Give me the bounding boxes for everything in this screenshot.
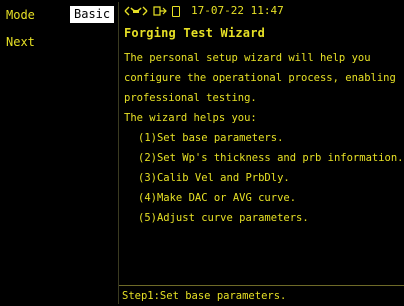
status-datetime: 17-07-22 11:47: [191, 4, 284, 17]
step-item: (1)Set base parameters.: [138, 132, 284, 144]
status-icons: [124, 3, 180, 19]
step-item: (4)Make DAC or AVG curve.: [138, 192, 297, 204]
intro-line: professional testing.: [124, 92, 257, 104]
device-screen: Mode Basic Next 17-07-22 11:47 Forging T…: [0, 0, 404, 306]
intro-line: configure the operational process, enabl…: [124, 72, 396, 84]
step-item: (2)Set Wp's thickness and prb informatio…: [138, 152, 404, 164]
battery-icon: [172, 5, 180, 17]
menu-mode[interactable]: Mode: [6, 7, 35, 23]
wizard-content: The personal setup wizard will help you …: [124, 48, 404, 228]
footer-status: Step1:Set base parameters.: [119, 285, 404, 305]
helps-heading: The wizard helps you:: [124, 112, 257, 124]
step-item: (5)Adjust curve parameters.: [138, 212, 309, 224]
menu-next[interactable]: Next: [6, 34, 35, 50]
mode-value-selector[interactable]: Basic: [70, 6, 114, 23]
footer-text: Step1:Set base parameters.: [122, 290, 287, 302]
step-item: (3)Calib Vel and PrbDly.: [138, 172, 290, 184]
status-bar: 17-07-22 11:47: [119, 2, 404, 20]
wizard-panel: 17-07-22 11:47 Forging Test Wizard The p…: [118, 2, 404, 304]
intro-line: The personal setup wizard will help you: [124, 52, 371, 64]
left-menu: Mode Basic Next: [0, 0, 118, 306]
probe-link-icon: [124, 5, 148, 17]
transducer-icon: [152, 5, 168, 17]
wizard-title: Forging Test Wizard: [124, 26, 266, 40]
